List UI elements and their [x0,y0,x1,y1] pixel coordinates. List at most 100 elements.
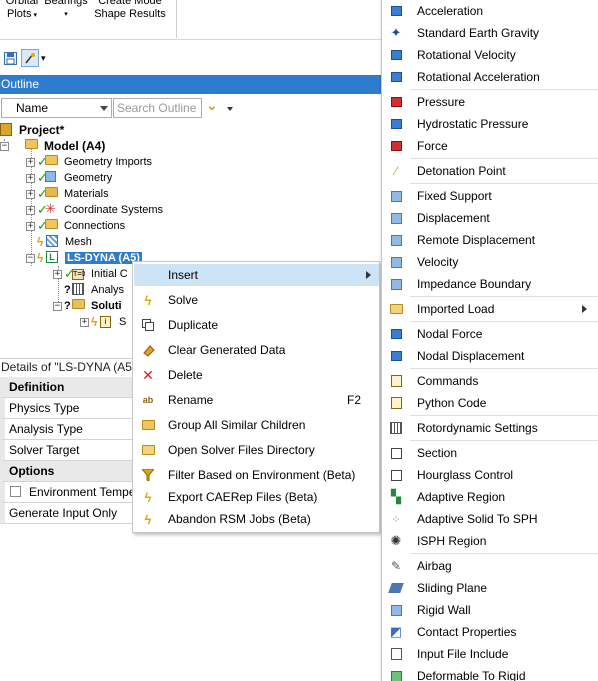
submenu-item-input-file-include[interactable]: Input File Include [382,643,598,665]
submenu-item-pressure[interactable]: Pressure [382,91,598,113]
collapse-icon[interactable]: − [53,301,62,311]
menu-item-solve[interactable]: ϟ Solve [134,289,379,311]
displacement-icon [388,210,404,226]
submenu-item-isph-region[interactable]: ✺ ISPH Region [382,530,598,552]
details-section-definition[interactable]: Definition [0,377,140,398]
submenu-item-adaptive-region[interactable]: ▚ Adaptive Region [382,486,598,508]
submenu-item-displacement[interactable]: Displacement [382,207,598,229]
dropdown-arrow-icon[interactable] [227,107,233,111]
row-label: Solver Target [9,443,80,457]
details-section-options[interactable]: Options [0,461,140,482]
submenu-item-sliding-plane[interactable]: Sliding Plane [382,577,598,599]
create-mode-shape-button[interactable]: Create Mode Shape Results [92,0,168,21]
tree-item-coordinate-systems[interactable]: + ✓ ✳ Coordinate Systems [26,202,163,218]
menu-item-rename[interactable]: ab Rename F2 [134,389,379,411]
submenu-item-section[interactable]: Section [382,442,598,464]
tree-item-solution[interactable]: − ? Soluti [53,298,122,314]
submenu-item-imported-load[interactable]: Imported Load [382,298,598,320]
contact-properties-icon: ◩ [389,624,403,639]
coordinate-systems-icon: ✳ [45,201,56,216]
collapse-icon[interactable]: − [0,141,9,151]
submenu-item-python-code[interactable]: Python Code [382,392,598,414]
orbital-plots-button[interactable]: Orbital Plots ▾ [2,0,42,22]
details-row-solver-target[interactable]: Solver Target [0,440,140,461]
submenu-item-velocity[interactable]: Velocity [382,251,598,273]
tree-item-geometry[interactable]: + ✓ Geometry [26,170,112,186]
submenu-item-adaptive-solid-to-sph[interactable]: ⁘ Adaptive Solid To SPH [382,508,598,530]
submenu-item-rotational-velocity[interactable]: Rotational Velocity [382,44,598,66]
expand-icon[interactable]: + [26,221,35,231]
environment-temp-checkbox[interactable] [10,486,21,497]
menu-item-open-solver-files[interactable]: Open Solver Files Directory [134,439,379,461]
submenu-item-rotational-acceleration[interactable]: Rotational Acceleration [382,66,598,88]
tree-item-project[interactable]: Project* [0,122,64,138]
details-row-physics-type[interactable]: Physics Type [0,398,140,419]
menu-item-clear-generated-data[interactable]: Clear Generated Data [134,339,379,361]
tree-item-connections[interactable]: + ✓ Connections [26,218,125,234]
details-row-generate-input[interactable]: Generate Input Only [0,503,140,524]
tree-item-ls-dyna[interactable]: − ϟ L LS-DYNA (A5) [26,250,142,266]
save-button[interactable] [1,49,19,67]
menu-label: Force [417,139,448,153]
tree-item-geometry-imports[interactable]: + ✓ Geometry Imports [26,154,152,170]
section-icon [388,445,404,461]
menu-label: Rotordynamic Settings [417,421,538,435]
menu-label: Export CAERep Files (Beta) [168,490,318,504]
tree-item-analysis-settings[interactable]: ? Analys [64,282,124,298]
hydrostatic-pressure-icon [388,116,404,132]
submenu-item-fixed-support[interactable]: Fixed Support [382,185,598,207]
submenu-item-rigid-wall[interactable]: Rigid Wall [382,599,598,621]
tree-item-initial-conditions[interactable]: + ✓ T=0 Initial C [53,266,128,282]
expand-icon[interactable]: + [26,157,35,167]
menu-item-group-all[interactable]: Group All Similar Children [134,414,379,436]
expand-chevron-icon[interactable]: ⌄ [206,97,218,114]
tree-label: Geometry [64,172,113,184]
submenu-item-impedance-boundary[interactable]: Impedance Boundary [382,273,598,295]
submenu-item-contact-properties[interactable]: ◩ Contact Properties [382,621,598,643]
details-table: Definition Physics Type Analysis Type So… [0,377,140,524]
menu-label: Rotational Velocity [417,48,516,62]
submenu-item-acceleration[interactable]: Acceleration [382,0,598,22]
lightning-icon: ϟ [144,489,152,505]
submenu-item-hourglass-control[interactable]: Hourglass Control [382,464,598,486]
submenu-item-deformable-to-rigid[interactable]: Deformable To Rigid [382,665,598,681]
menu-item-insert[interactable]: Insert [134,264,379,286]
tree-item-mesh[interactable]: ϟ Mesh [37,234,92,250]
submenu-item-force[interactable]: Force [382,135,598,157]
expand-icon[interactable]: + [26,205,35,215]
name-filter-select[interactable]: Name [1,98,112,118]
menu-item-delete[interactable]: ✕ Delete [134,364,379,386]
tree-item-solution-information[interactable]: + ϟ i S [80,314,126,330]
initial-conditions-icon: T=0 [72,269,86,280]
menu-item-duplicate[interactable]: Duplicate [134,314,379,336]
details-row-analysis-type[interactable]: Analysis Type [0,419,140,440]
submenu-item-detonation-point[interactable]: ⁄ Detonation Point [382,160,598,182]
toolbar-dropdown-icon[interactable]: ▾ [41,53,46,64]
expand-icon[interactable]: + [53,269,62,279]
menu-separator [410,321,598,322]
search-outline-input[interactable] [113,98,202,118]
expand-icon[interactable]: + [80,317,89,327]
tree-item-model[interactable]: − Model (A4) [0,138,105,154]
submenu-item-hydrostatic-pressure[interactable]: Hydrostatic Pressure [382,113,598,135]
menu-item-export-caerep[interactable]: ϟ Export CAERep Files (Beta) [134,486,379,508]
bearings-button[interactable]: Bearings ▾ [42,0,90,21]
expand-icon[interactable]: + [26,173,35,183]
submenu-item-rotordynamic-settings[interactable]: Rotordynamic Settings [382,417,598,439]
tree-item-materials[interactable]: + ✓ Materials [26,186,109,202]
wizard-button[interactable] [21,49,39,67]
details-row-environment-temp[interactable]: Environment Tempe [0,482,140,503]
menu-item-filter-environment[interactable]: Filter Based on Environment (Beta) [134,464,379,486]
collapse-icon[interactable]: − [26,253,35,263]
submenu-item-nodal-displacement[interactable]: Nodal Displacement [382,345,598,367]
submenu-item-standard-earth-gravity[interactable]: ✦ Standard Earth Gravity [382,22,598,44]
submenu-item-airbag[interactable]: ✎ Airbag [382,555,598,577]
submenu-item-commands[interactable]: Commands [382,370,598,392]
submenu-item-nodal-force[interactable]: Nodal Force [382,323,598,345]
fixed-support-icon [388,188,404,204]
submenu-item-remote-displacement[interactable]: Remote Displacement [382,229,598,251]
menu-item-abandon-rsm[interactable]: ϟ Abandon RSM Jobs (Beta) [134,508,379,530]
mesh-icon [46,235,62,249]
airbag-icon: ✎ [390,559,402,573]
expand-icon[interactable]: + [26,189,35,199]
